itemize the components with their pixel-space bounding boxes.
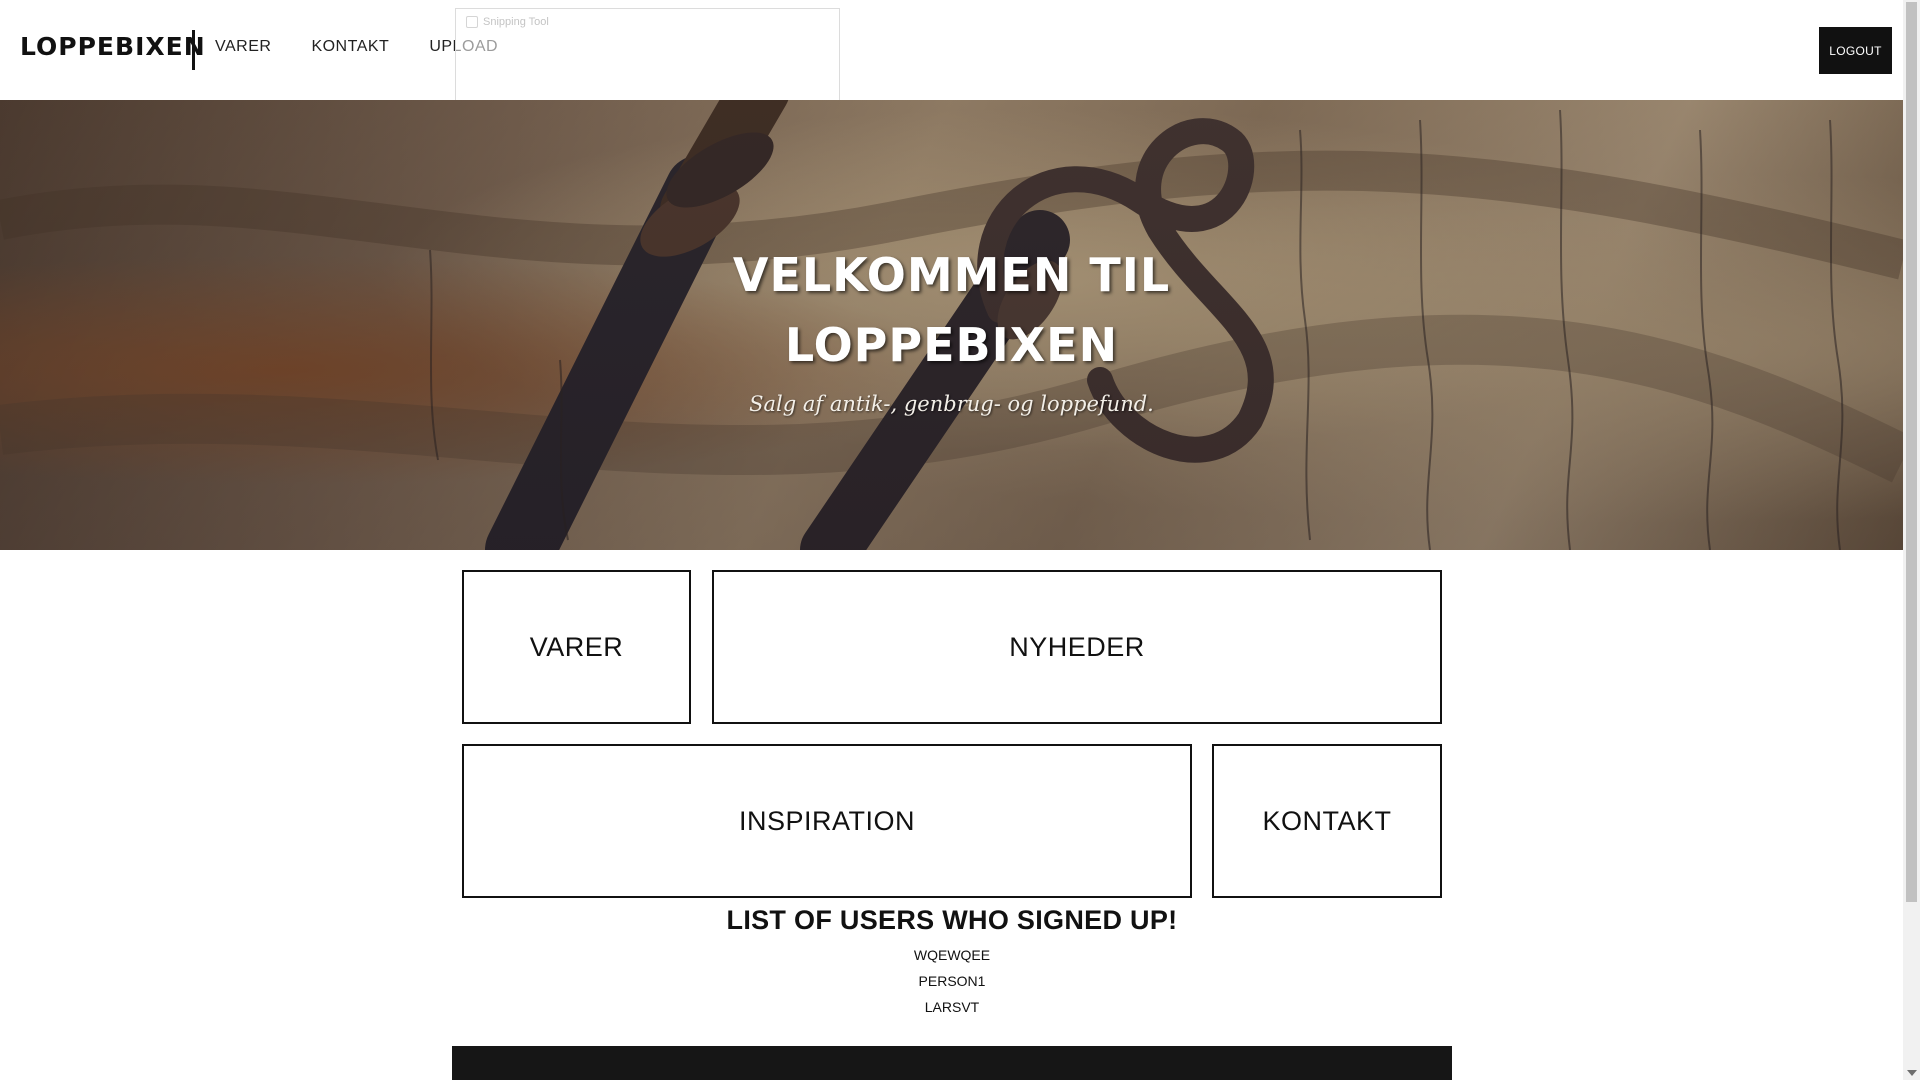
logout-button[interactable]: LOGOUT <box>1819 27 1892 74</box>
hero-banner: VELKOMMEN TIL LOPPEBIXEN Salg af antik-,… <box>0 100 1903 550</box>
snipping-tool-icon <box>466 16 478 28</box>
hero-subtitle: Salg af antik-, genbrug- og loppefund. <box>749 392 1154 416</box>
users-list: WQEWQEE PERSON1 LARSVT <box>462 942 1442 1020</box>
tile-inspiration[interactable]: INSPIRATION <box>462 744 1192 898</box>
snipping-tool-window[interactable]: Snipping Tool <box>455 8 840 105</box>
footer-bar <box>452 1046 1452 1080</box>
signed-up-users: LIST OF USERS WHO SIGNED UP! WQEWQEE PER… <box>462 905 1442 1020</box>
users-title: LIST OF USERS WHO SIGNED UP! <box>726 905 1178 935</box>
site-header: LOPPEBIXEN VARER KONTAKT UPLOAD LOGOUT <box>0 0 1903 100</box>
list-item: LARSVT <box>924 999 980 1015</box>
snipping-tool-titlebar: Snipping Tool <box>466 16 549 28</box>
tile-kontakt[interactable]: KONTAKT <box>1212 744 1442 898</box>
tile-varer[interactable]: VARER <box>462 570 691 724</box>
brand-divider <box>192 30 195 70</box>
hero-text: VELKOMMEN TIL LOPPEBIXEN Salg af antik-,… <box>0 240 1903 416</box>
snipping-tool-title: Snipping Tool <box>483 16 549 28</box>
hero-title: VELKOMMEN TIL LOPPEBIXEN <box>732 248 1171 372</box>
nav-item-varer[interactable]: VARER <box>215 38 271 56</box>
tile-nyheder[interactable]: NYHEDER <box>712 570 1442 724</box>
list-item: WQEWQEE <box>913 947 991 963</box>
list-item: PERSON1 <box>918 973 986 989</box>
scrollbar-thumb[interactable] <box>1906 2 1917 902</box>
site-logo[interactable]: LOPPEBIXEN <box>20 32 206 61</box>
page-scrollbar[interactable] <box>1903 0 1920 1080</box>
nav-item-kontakt[interactable]: KONTAKT <box>311 38 389 56</box>
chevron-down-icon[interactable] <box>1907 1070 1917 1076</box>
